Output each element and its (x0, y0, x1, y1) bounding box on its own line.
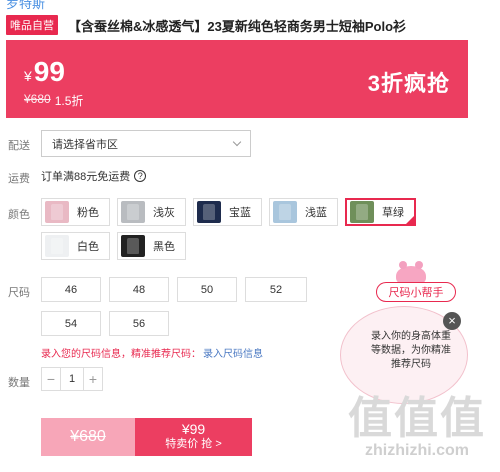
size-hint: 录入您的尺码信息，精准推荐尺码： 录入尺码信息 (41, 345, 263, 360)
color-thumb (350, 201, 374, 223)
watermark-logo: 值值值 (348, 394, 486, 443)
color-option-label: 黑色 (153, 241, 175, 253)
color-option-pink[interactable]: 粉色 (41, 198, 110, 226)
color-thumb (273, 201, 297, 223)
buy-bar: ¥680 ¥99 特卖价 抢 > (41, 418, 252, 456)
color-thumb (121, 201, 145, 223)
color-thumb (121, 235, 145, 257)
shipping-info: 订单满88元免运费 ? (41, 168, 147, 184)
color-option-light-gray[interactable]: 浅灰 (117, 198, 186, 226)
size-option-56[interactable]: 56 (109, 311, 169, 336)
color-option-label: 草绿 (382, 207, 404, 219)
size-option-48[interactable]: 48 (109, 277, 169, 302)
shipping-text: 订单满88元免运费 (41, 171, 131, 183)
size-helper-button[interactable]: 尺码小帮手 (376, 282, 456, 302)
watermark-url: zhizhizhi.com (365, 442, 469, 459)
color-option-label: 粉色 (77, 207, 99, 219)
color-option-grass-green[interactable]: 草绿 (345, 198, 416, 226)
size-hint-text: 录入您的尺码信息，精准推荐尺码： (41, 349, 201, 360)
brand-link[interactable]: 罗特斯 (6, 0, 45, 12)
price-subline: ¥680 1.5折 (24, 92, 83, 109)
region-select[interactable]: 请选择省市区 (41, 130, 251, 157)
color-option-royal-blue[interactable]: 宝蓝 (193, 198, 262, 226)
size-option-50[interactable]: 50 (177, 277, 237, 302)
discount-rate: 1.5折 (54, 94, 84, 108)
shipping-label: 运费 (8, 173, 30, 185)
close-icon[interactable]: × (443, 312, 461, 330)
buy-now-button[interactable]: ¥99 特卖价 抢 > (135, 418, 252, 456)
quantity-label: 数量 (8, 377, 30, 389)
promo-tag: 3折疯抢 (367, 71, 450, 96)
delivery-label: 配送 (8, 140, 30, 152)
size-helper-text: 录入你的身高体重等数据，为你精准推荐尺码 (371, 331, 451, 370)
color-option-black[interactable]: 黑色 (117, 232, 186, 260)
self-operated-badge: 唯品自营 (6, 15, 58, 35)
quantity-input[interactable]: 1 (60, 368, 84, 390)
chevron-down-icon (232, 137, 242, 147)
color-thumb (197, 201, 221, 223)
region-select-value: 请选择省市区 (52, 138, 118, 151)
product-title: 【含蚕丝棉&冰感透气】23夏新纯色轻商务男士短袖Polo衫 (68, 18, 407, 34)
color-option-label: 浅蓝 (305, 207, 327, 219)
buy-price: ¥99 (181, 421, 206, 437)
color-option-light-blue[interactable]: 浅蓝 (269, 198, 338, 226)
color-label: 颜色 (8, 209, 30, 221)
color-thumb (45, 201, 69, 223)
buy-action-label: 特卖价 抢 > (165, 438, 222, 450)
enter-size-link[interactable]: 录入尺码信息 (203, 349, 263, 360)
original-price-button[interactable]: ¥680 (41, 418, 135, 456)
size-option-54[interactable]: 54 (41, 311, 101, 336)
size-option-46[interactable]: 46 (41, 277, 101, 302)
color-option-label: 白色 (77, 241, 99, 253)
current-price: ¥ 99 (24, 56, 65, 88)
quantity-increase-button[interactable]: + (84, 371, 102, 387)
watermark: 值值值 zhizhizhi.com (338, 396, 496, 460)
quantity-decrease-button[interactable]: − (42, 371, 60, 387)
size-label: 尺码 (8, 287, 30, 299)
help-icon[interactable]: ? (134, 170, 147, 182)
selected-check-icon (405, 215, 415, 225)
product-title-row: 唯品自营 【含蚕丝棉&冰感透气】23夏新纯色轻商务男士短袖Polo衫 (6, 14, 494, 36)
color-option-label: 宝蓝 (229, 207, 251, 219)
color-option-white[interactable]: 白色 (41, 232, 110, 260)
price-banner: ¥ 99 ¥680 1.5折 3折疯抢 (6, 40, 468, 118)
color-option-label: 浅灰 (153, 207, 175, 219)
current-price-value: 99 (33, 56, 65, 87)
size-option-52[interactable]: 52 (245, 277, 307, 302)
color-thumb (45, 235, 69, 257)
quantity-stepper: − 1 + (41, 367, 103, 391)
original-price: ¥680 (24, 92, 51, 106)
currency-symbol: ¥ (24, 68, 32, 84)
